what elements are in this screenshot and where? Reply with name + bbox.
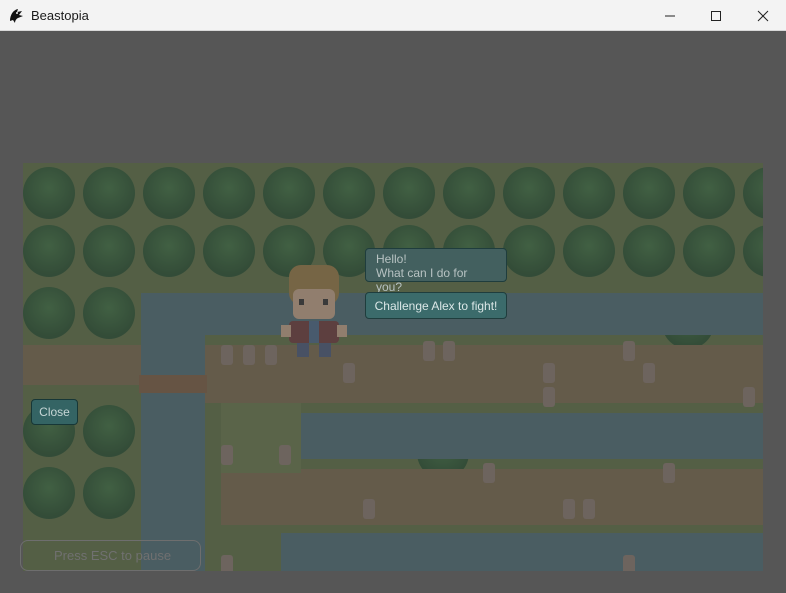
map-scene	[23, 163, 763, 571]
tree	[23, 287, 75, 339]
tree	[143, 167, 195, 219]
npc-sprite	[221, 445, 233, 465]
npc-sprite	[743, 387, 755, 407]
greeting-line-1: Hello!	[376, 252, 407, 266]
npc-sprite	[483, 463, 495, 483]
pause-hint: Press ESC to pause	[20, 540, 201, 571]
game-map	[23, 163, 763, 571]
greeting-line-2: What can I do for you?	[376, 266, 468, 294]
npc-sprite	[623, 555, 635, 571]
tree	[83, 405, 135, 457]
tree	[323, 167, 375, 219]
npc-sprite	[221, 345, 233, 365]
maximize-button[interactable]	[693, 0, 739, 31]
npc-sprite	[265, 345, 277, 365]
bridge	[139, 375, 207, 393]
tree	[263, 167, 315, 219]
tree	[203, 225, 255, 277]
tree	[83, 467, 135, 519]
window-close-button[interactable]	[740, 0, 786, 31]
tree	[623, 167, 675, 219]
tree	[23, 467, 75, 519]
tree	[203, 167, 255, 219]
tree	[83, 167, 135, 219]
game-viewport[interactable]: Hello! What can I do for you? Challenge …	[0, 31, 786, 593]
npc-sprite	[583, 499, 595, 519]
npc-sprite	[343, 363, 355, 383]
npc-sprite	[243, 345, 255, 365]
npc-sprite	[423, 341, 435, 361]
challenge-button[interactable]: Challenge Alex to fight!	[365, 292, 507, 319]
npc-sprite	[543, 387, 555, 407]
tree	[563, 225, 615, 277]
tree	[23, 225, 75, 277]
npc-sprite	[563, 499, 575, 519]
tree	[563, 167, 615, 219]
npc-sprite	[643, 363, 655, 383]
window-title: Beastopia	[31, 8, 89, 23]
npc-sprite	[543, 363, 555, 383]
tree	[143, 225, 195, 277]
npc-sprite	[279, 445, 291, 465]
tree	[683, 167, 735, 219]
tree	[443, 167, 495, 219]
tree	[503, 167, 555, 219]
tree	[83, 225, 135, 277]
close-icon	[757, 10, 769, 22]
npc-sprite	[443, 341, 455, 361]
npc-sprite	[363, 499, 375, 519]
title-bar[interactable]: Beastopia	[0, 0, 786, 31]
dragon-icon	[8, 7, 25, 24]
tree	[23, 167, 75, 219]
tree	[383, 167, 435, 219]
npc-sprite	[623, 341, 635, 361]
minimize-button[interactable]	[647, 0, 693, 31]
close-dialog-button[interactable]: Close	[31, 399, 78, 425]
tree	[83, 287, 135, 339]
npc-dialog-bubble: Hello! What can I do for you?	[365, 248, 507, 294]
tree	[683, 225, 735, 277]
npc-sprite	[221, 555, 233, 571]
minimize-icon	[664, 10, 676, 22]
npc-sprite	[663, 463, 675, 483]
tree	[623, 225, 675, 277]
maximize-icon	[710, 10, 722, 22]
tree	[503, 225, 555, 277]
